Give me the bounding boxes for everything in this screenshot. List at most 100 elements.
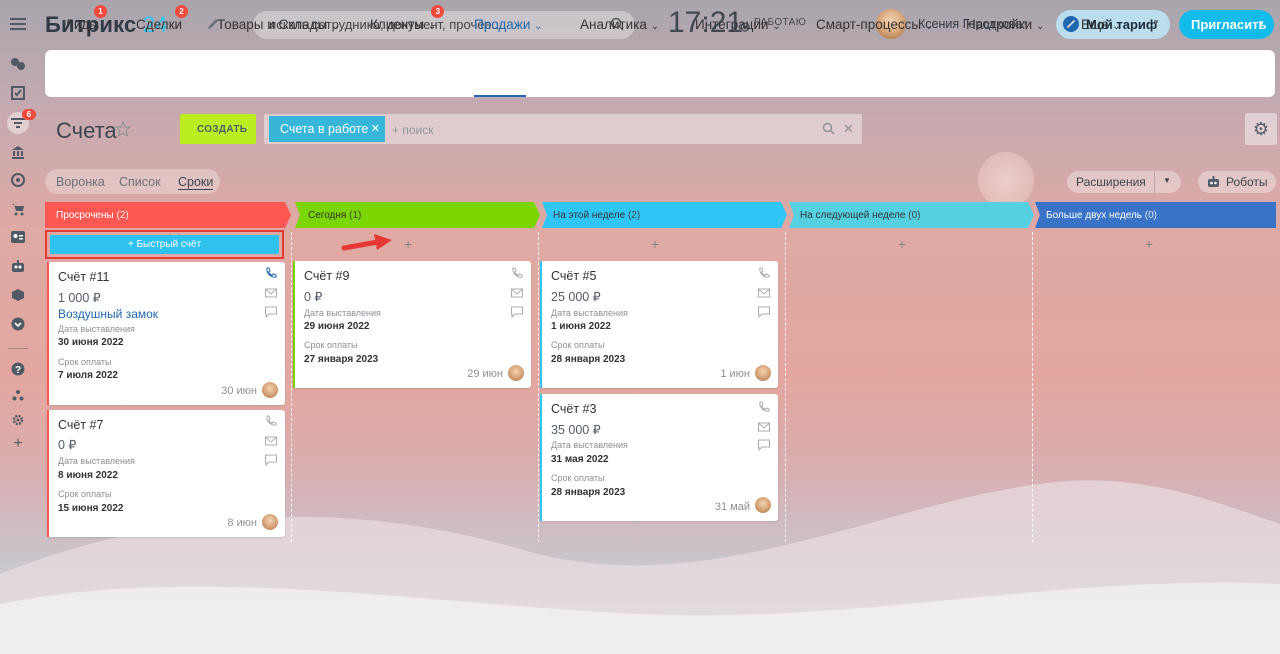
card-avatar[interactable] [262,514,278,530]
chat-icon[interactable] [9,55,27,73]
card-date: 31 май [714,501,750,513]
card-sum: 25 000 ₽ [551,290,601,304]
chat-icon[interactable] [758,439,770,451]
column-header-today[interactable]: Сегодня (1) [298,202,361,228]
invoice-card-11[interactable]: Счёт #11 1 000 ₽ Воздушный замок Дата вы… [47,262,285,405]
phone-icon[interactable] [265,415,277,427]
filter-chip[interactable]: Счета в работе ✕ [269,116,385,142]
card-issue-label: Дата выставления [551,308,628,318]
menu-leads[interactable]: Лиды 1 [65,5,107,32]
email-icon[interactable] [265,435,277,447]
column-header-next-week[interactable]: На следующей неделе (0) [790,202,920,228]
menu-deals[interactable]: Сделки 2 [136,5,189,32]
phone-icon[interactable] [265,267,277,279]
chat-icon[interactable] [265,306,277,318]
settings-gear-icon[interactable]: ⚙ [1245,113,1277,145]
filter-search-icon[interactable] [822,122,835,140]
invoice-card-5[interactable]: Счёт #5 25 000 ₽ Дата выставления 1 июня… [540,261,778,388]
card-title[interactable]: Счёт #3 [551,402,596,416]
card-avatar[interactable] [755,365,771,381]
phone-icon[interactable] [758,267,770,279]
bank-icon[interactable] [9,143,27,161]
create-button[interactable]: СОЗДАТЬ [180,114,256,144]
add-item-today-icon[interactable]: + [404,236,412,252]
phone-icon[interactable] [758,401,770,413]
phone-icon[interactable] [511,267,523,279]
email-icon[interactable] [511,287,523,299]
card-title[interactable]: Счёт #7 [58,418,103,432]
annotation-arrow-right [341,234,392,251]
robots-label: Роботы [1226,175,1268,189]
extensions-label: Расширения [1076,175,1146,189]
card-avatar[interactable] [755,497,771,513]
menu-label: Еще [1081,17,1109,32]
email-icon[interactable] [265,287,277,299]
card-due-date: 27 января 2023 [304,354,379,365]
card-date: 29 июн [467,368,503,380]
column-header-this-week[interactable]: На этой неделе (2) [543,202,640,228]
card-sum: 0 ₽ [304,290,323,304]
tasks-icon[interactable] [9,84,27,102]
card-client-link[interactable]: Воздушный замок [58,307,158,321]
menu-analytics[interactable]: Аналитика ⌄ [580,17,659,32]
card-title[interactable]: Счёт #9 [304,269,349,283]
menu-clients[interactable]: Клиенты ⌄ 3 [370,5,445,32]
quick-invoice-button[interactable]: + Быстрый счёт [45,230,284,259]
column-count: (2) [627,210,641,221]
invite-button[interactable]: Пригласить ▼ [1179,10,1274,39]
card-title[interactable]: Счёт #5 [551,269,596,283]
filter-search-input[interactable]: + поиск [392,123,433,137]
card-due-date: 28 января 2023 [551,487,626,498]
card-status-bar [540,394,542,521]
menu-integrations[interactable]: Интеграции ⌄ [695,17,781,32]
card-title[interactable]: Счёт #11 [58,270,109,284]
chat-icon[interactable] [265,454,277,466]
tariff-chevron-icon: ▼ [1152,18,1160,27]
chat-icon[interactable] [758,306,770,318]
card-status-bar [47,262,49,405]
add-item-this-week-icon[interactable]: + [651,236,659,252]
contacts-icon[interactable] [9,228,27,246]
box-icon[interactable] [9,286,27,304]
email-icon[interactable] [758,287,770,299]
column-count: (1) [349,210,362,221]
settings-icon[interactable] [9,411,27,429]
menu-products[interactable]: Товары и Склады ⌄ [217,17,339,32]
view-list[interactable]: Список [119,175,161,189]
menu-smart-processes[interactable]: Смарт-процессы ⌄ [816,17,933,32]
favorite-star-icon[interactable] [114,120,132,142]
column-header-overdue[interactable]: Просрочены (2) [46,202,129,228]
structure-icon[interactable] [9,386,27,404]
card-date: 8 июн [227,517,257,529]
card-avatar[interactable] [262,382,278,398]
view-deadlines[interactable]: Сроки [178,175,214,190]
extensions-button[interactable]: Расширения ▼ [1067,171,1181,193]
chat-icon[interactable] [511,306,523,318]
card-avatar[interactable] [508,365,524,381]
email-icon[interactable] [758,421,770,433]
sidebar-divider [8,348,28,349]
filter-clear-icon[interactable]: ✕ [843,121,854,137]
menu-sales[interactable]: Продажи ⌄ [474,17,543,32]
invite-chevron-icon: ▼ [1257,19,1265,28]
invoice-card-9[interactable]: Счёт #9 0 ₽ Дата выставления 29 июня 202… [293,261,531,388]
menu-settings[interactable]: Настройки ⌄ [966,17,1044,32]
invoice-card-3[interactable]: Счёт #3 35 000 ₽ Дата выставления 31 мая… [540,394,778,521]
add-item-next-week-icon[interactable]: + [898,236,906,252]
menu-hamburger-icon[interactable] [9,15,27,33]
help-icon[interactable]: ? [9,360,27,378]
menu-more[interactable]: Еще ⌄ [1081,17,1121,32]
target-icon[interactable] [9,171,27,189]
chevron-down-icon: ⌄ [1112,21,1121,32]
chip-close-icon[interactable]: ✕ [371,122,380,135]
column-header-two-weeks[interactable]: Больше двух недель (0) [1036,202,1157,228]
invoice-card-7[interactable]: Счёт #7 0 ₽ Дата выставления 8 июня 2022… [47,410,285,537]
add-icon[interactable]: + [9,435,27,453]
view-funnel[interactable]: Воронка [56,175,105,189]
more-chevron-icon[interactable] [9,315,27,333]
robots-button[interactable]: Роботы [1198,171,1276,193]
cart-icon[interactable] [9,200,27,218]
add-item-two-weeks-icon[interactable]: + [1145,236,1153,252]
card-issue-date: 30 июня 2022 [58,337,124,348]
robot-icon[interactable] [9,257,27,275]
